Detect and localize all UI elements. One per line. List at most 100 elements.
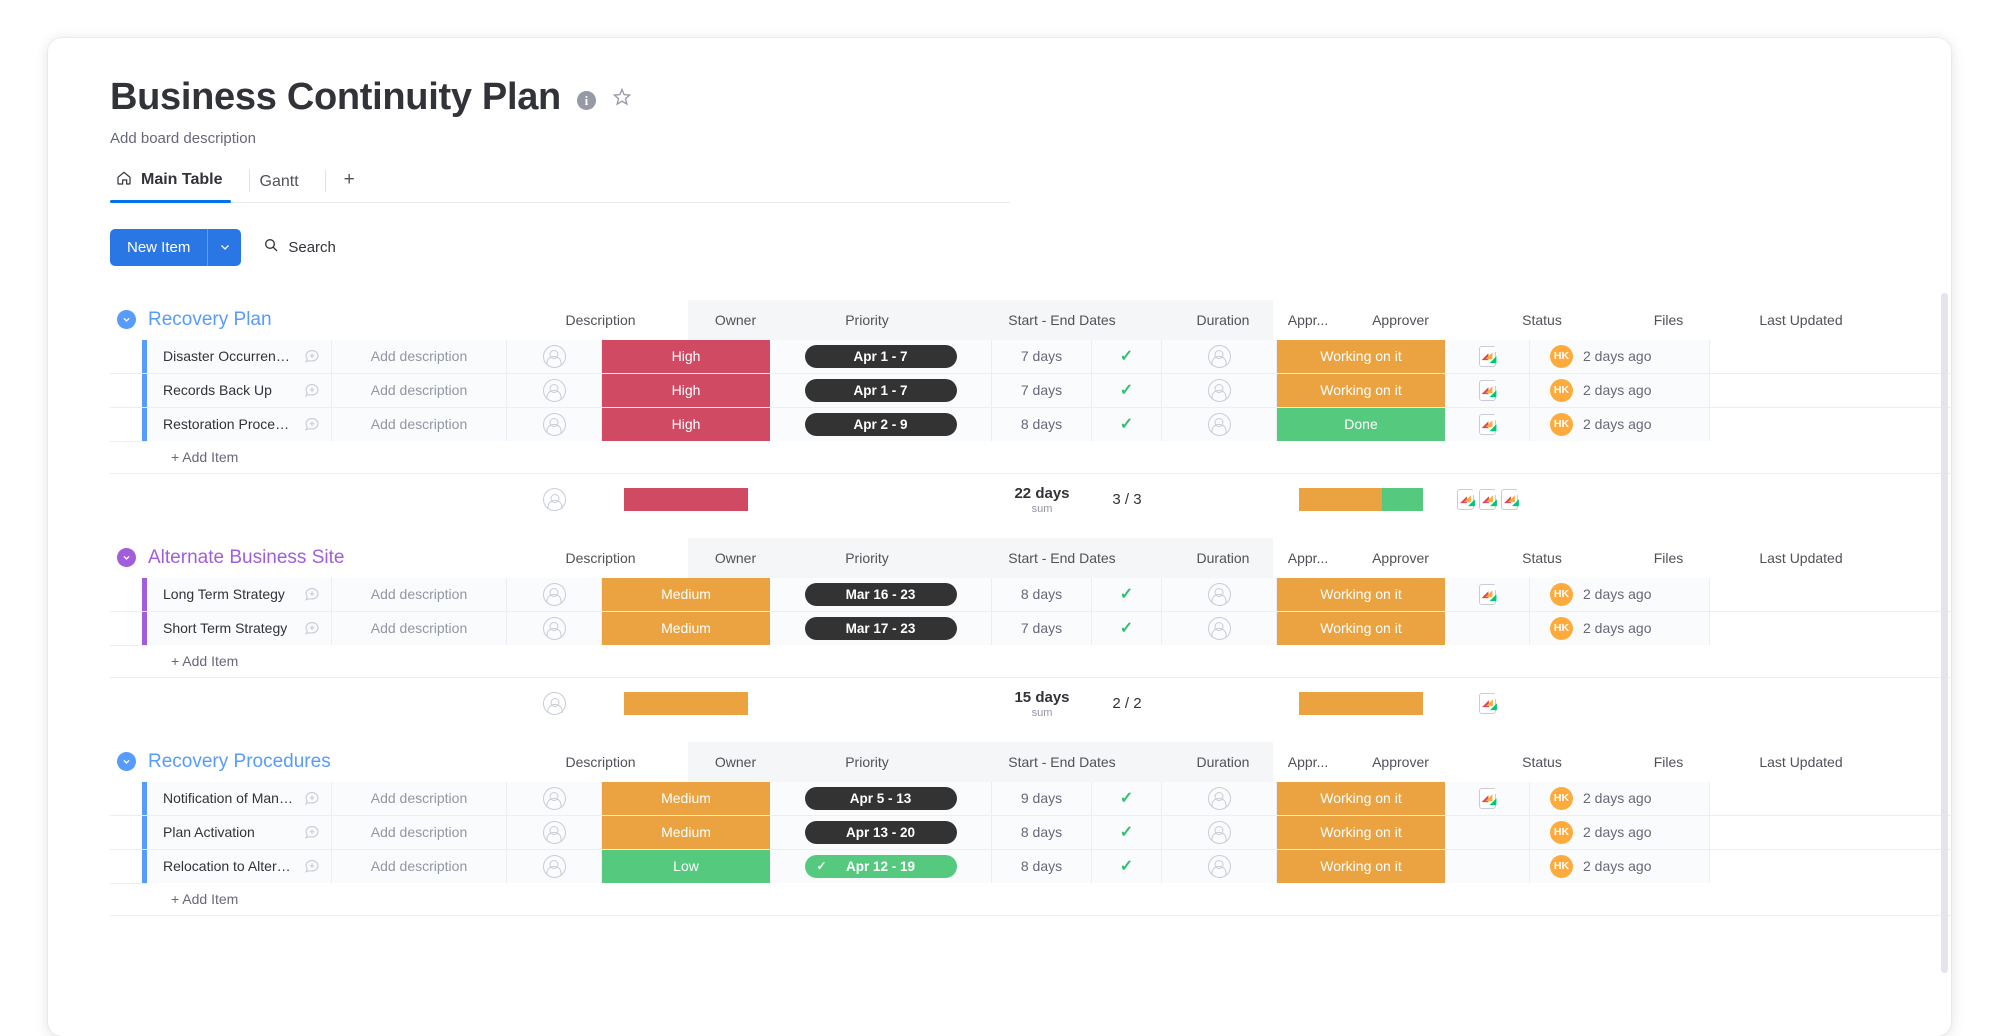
files-cell[interactable] xyxy=(1445,816,1530,849)
add-item-row[interactable]: + Add Item xyxy=(110,884,1951,916)
group-collapse-toggle[interactable] xyxy=(117,752,136,771)
avatar[interactable]: HK xyxy=(1550,379,1573,402)
item-name-cell[interactable]: Restoration Procedures xyxy=(147,408,332,441)
last-updated-cell[interactable]: HK2 days ago xyxy=(1530,408,1710,441)
item-name-cell[interactable]: Notification of Manage... xyxy=(147,782,332,815)
dates-cell[interactable]: Apr 1 - 7 xyxy=(770,374,992,407)
avatar[interactable]: HK xyxy=(1550,413,1573,436)
duration-cell[interactable]: 7 days xyxy=(992,374,1092,407)
approver-cell[interactable] xyxy=(1162,782,1277,815)
priority-cell[interactable]: Medium xyxy=(602,816,770,849)
column-header-start-end-dates[interactable]: Start - End Dates xyxy=(951,742,1173,782)
star-icon[interactable] xyxy=(612,87,632,112)
column-header-approver[interactable]: Approver xyxy=(1343,300,1458,340)
avatar[interactable]: HK xyxy=(1550,583,1573,606)
owner-cell[interactable] xyxy=(507,408,602,441)
column-header-last-updated[interactable]: Last Updated xyxy=(1711,300,1891,340)
add-update-icon[interactable] xyxy=(303,618,321,639)
dates-cell[interactable]: Mar 16 - 23 xyxy=(770,578,992,611)
files-cell[interactable]: ◢◢◢ xyxy=(1445,782,1530,815)
last-updated-cell[interactable]: HK2 days ago xyxy=(1530,340,1710,373)
file-icon[interactable]: ◢◢◢ xyxy=(1479,346,1496,367)
files-cell[interactable]: ◢◢◢ xyxy=(1445,408,1530,441)
table-row[interactable]: Plan ActivationAdd descriptionMediumApr … xyxy=(110,816,1951,850)
avatar[interactable]: HK xyxy=(1550,855,1573,878)
summary-approved[interactable]: 3 / 3 xyxy=(1092,491,1162,508)
approver-cell[interactable] xyxy=(1162,374,1277,407)
files-cell[interactable]: ◢◢◢ xyxy=(1445,578,1530,611)
column-header-description[interactable]: Description xyxy=(513,538,688,578)
add-update-icon[interactable] xyxy=(303,346,321,367)
column-header-status[interactable]: Status xyxy=(1458,742,1626,782)
description-cell[interactable]: Add description xyxy=(332,816,507,849)
add-item-label[interactable]: + Add Item xyxy=(147,645,1951,677)
file-icon[interactable]: ◢◢◢ xyxy=(1501,489,1518,510)
owner-cell[interactable] xyxy=(507,816,602,849)
status-badge[interactable]: Working on it xyxy=(1277,612,1445,645)
column-header-files[interactable]: Files xyxy=(1626,538,1711,578)
column-header-appr[interactable]: Appr... xyxy=(1273,300,1343,340)
avatar[interactable]: HK xyxy=(1550,345,1573,368)
avatar-placeholder[interactable] xyxy=(543,379,566,402)
summary-priority[interactable] xyxy=(602,488,770,511)
info-icon[interactable]: i xyxy=(577,91,596,110)
add-item-label[interactable]: + Add Item xyxy=(147,883,1951,915)
file-icon[interactable]: ◢◢◢ xyxy=(1479,489,1496,510)
owner-cell[interactable] xyxy=(507,850,602,883)
files-cell[interactable]: ◢◢◢ xyxy=(1445,340,1530,373)
chevron-down-icon[interactable] xyxy=(207,229,241,266)
table-row[interactable]: Long Term StrategyAdd descriptionMediumM… xyxy=(110,578,1951,612)
files-cell[interactable] xyxy=(1445,612,1530,645)
table-row[interactable]: Relocation to Alternate ...Add descripti… xyxy=(110,850,1951,884)
avatar-placeholder[interactable] xyxy=(543,345,566,368)
approver-cell[interactable] xyxy=(1162,408,1277,441)
add-update-icon[interactable] xyxy=(303,788,321,809)
approved-cell[interactable]: ✓ xyxy=(1092,374,1162,407)
avatar[interactable]: HK xyxy=(1550,787,1573,810)
summary-priority[interactable] xyxy=(602,692,770,715)
avatar-placeholder[interactable] xyxy=(543,692,566,715)
add-update-icon[interactable] xyxy=(303,856,321,877)
column-header-description[interactable]: Description xyxy=(513,300,688,340)
new-item-button[interactable]: New Item xyxy=(110,229,241,266)
summary-files[interactable]: ◢◢◢ ◢◢◢ ◢◢◢ xyxy=(1445,489,1530,510)
owner-cell[interactable] xyxy=(507,782,602,815)
add-view-button[interactable]: + xyxy=(330,161,369,202)
table-row[interactable]: Short Term StrategyAdd descriptionMedium… xyxy=(110,612,1951,646)
description-cell[interactable]: Add description xyxy=(332,612,507,645)
priority-cell[interactable]: Medium xyxy=(602,612,770,645)
column-header-last-updated[interactable]: Last Updated xyxy=(1711,538,1891,578)
avatar[interactable]: HK xyxy=(1550,617,1573,640)
priority-cell[interactable]: High xyxy=(602,374,770,407)
file-icon[interactable]: ◢◢◢ xyxy=(1479,693,1496,714)
avatar-placeholder[interactable] xyxy=(1208,821,1231,844)
add-update-icon[interactable] xyxy=(303,414,321,435)
last-updated-cell[interactable]: HK2 days ago xyxy=(1530,578,1710,611)
column-header-duration[interactable]: Duration xyxy=(1173,538,1273,578)
column-header-approver[interactable]: Approver xyxy=(1343,742,1458,782)
last-updated-cell[interactable]: HK2 days ago xyxy=(1530,816,1710,849)
last-updated-cell[interactable]: HK2 days ago xyxy=(1530,850,1710,883)
approved-cell[interactable]: ✓ xyxy=(1092,612,1162,645)
avatar-placeholder[interactable] xyxy=(1208,617,1231,640)
status-badge[interactable]: Working on it xyxy=(1277,340,1445,373)
table-row[interactable]: Records Back UpAdd descriptionHighApr 1 … xyxy=(110,374,1951,408)
group-title[interactable]: Alternate Business Site xyxy=(142,547,340,569)
column-header-start-end-dates[interactable]: Start - End Dates xyxy=(951,538,1173,578)
duration-cell[interactable]: 8 days xyxy=(992,816,1092,849)
status-badge[interactable]: Done xyxy=(1277,408,1445,441)
column-header-last-updated[interactable]: Last Updated xyxy=(1711,742,1891,782)
column-header-owner[interactable]: Owner xyxy=(688,300,783,340)
search-button[interactable]: Search xyxy=(263,237,336,257)
description-cell[interactable]: Add description xyxy=(332,850,507,883)
description-cell[interactable]: Add description xyxy=(332,340,507,373)
approver-cell[interactable] xyxy=(1162,612,1277,645)
approved-cell[interactable]: ✓ xyxy=(1092,340,1162,373)
priority-cell[interactable]: Low xyxy=(602,850,770,883)
file-icon[interactable]: ◢◢◢ xyxy=(1457,489,1474,510)
priority-cell[interactable]: High xyxy=(602,408,770,441)
dates-cell[interactable]: Apr 1 - 7 xyxy=(770,340,992,373)
board-description-placeholder[interactable]: Add board description xyxy=(110,130,1951,147)
avatar-placeholder[interactable] xyxy=(543,488,566,511)
avatar-placeholder[interactable] xyxy=(1208,787,1231,810)
